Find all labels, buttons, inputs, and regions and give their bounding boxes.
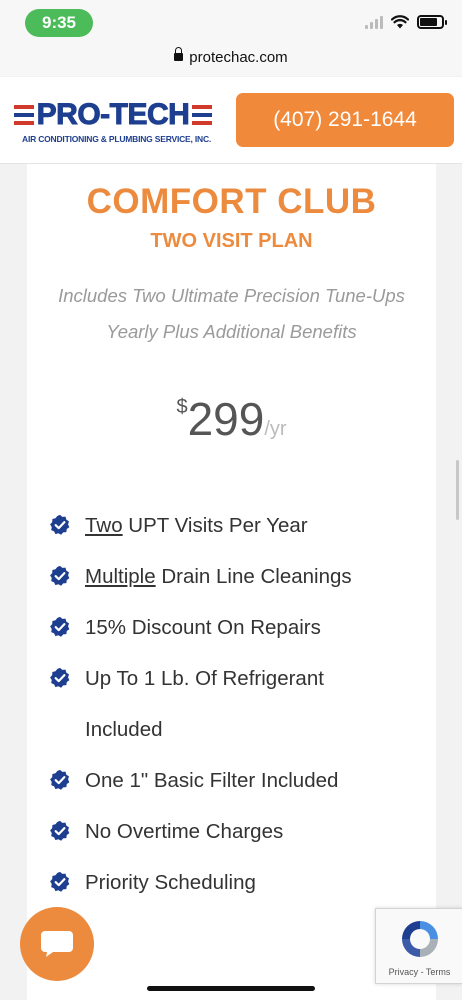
logo-subtitle: AIR CONDITIONING & PLUMBING SERVICE, INC…: [22, 134, 212, 144]
chat-bubble-icon: [41, 931, 73, 957]
site-header: PRO-TECH AIR CONDITIONING & PLUMBING SER…: [0, 77, 462, 164]
recaptcha-badge[interactable]: Privacy - Terms: [375, 908, 462, 984]
price-currency: $: [176, 396, 188, 418]
feature-item: Two UPT Visits Per Year: [49, 500, 429, 551]
chat-button[interactable]: [20, 907, 94, 981]
feature-list: Two UPT Visits Per Year Multiple Drain L…: [49, 500, 429, 908]
feature-item: One 1" Basic Filter Included: [49, 755, 429, 806]
feature-item: 15% Discount On Repairs: [49, 602, 429, 653]
feature-text: Multiple Drain Line Cleanings: [85, 565, 352, 588]
battery-icon: [417, 15, 447, 29]
status-bar: 9:35: [0, 0, 462, 44]
feature-item: Multiple Drain Line Cleanings: [49, 551, 429, 602]
status-time: 9:35: [25, 9, 93, 37]
browser-url-bar[interactable]: protechac.com: [0, 44, 462, 76]
plan-description-line2: Yearly Plus Additional Benefits: [106, 321, 357, 342]
plan-title: COMFORT CLUB: [86, 182, 377, 221]
scrollbar[interactable]: [456, 460, 459, 520]
recaptcha-icon: [402, 921, 438, 957]
check-badge-icon: [50, 565, 70, 586]
check-badge-icon: [50, 667, 70, 688]
logo-bars-right: [192, 105, 213, 125]
lock-icon: [174, 47, 184, 62]
cellular-signal-icon: [365, 15, 383, 29]
price-amount: 299: [187, 393, 265, 445]
logo-text: PRO-TECH: [36, 98, 190, 132]
status-icons: [365, 15, 447, 29]
feature-item: No Overtime Charges: [49, 806, 429, 857]
feature-text: Two UPT Visits Per Year: [85, 514, 308, 537]
recaptcha-privacy-terms[interactable]: Privacy - Terms: [376, 967, 462, 977]
plan-price: $299/yr: [27, 392, 436, 446]
price-period: /yr: [264, 418, 287, 440]
logo-bars-left: [13, 105, 34, 125]
call-phone-button[interactable]: (407) 291-1644: [236, 93, 454, 147]
url-text: protechac.com: [189, 49, 288, 66]
feature-text: No Overtime Charges: [85, 820, 284, 843]
feature-item: Priority Scheduling: [49, 857, 429, 908]
pro-tech-logo[interactable]: PRO-TECH AIR CONDITIONING & PLUMBING SER…: [8, 97, 218, 147]
plan-card: COMFORT CLUB TWO VISIT PLAN Includes Two…: [27, 164, 436, 1000]
check-badge-icon: [50, 769, 70, 790]
feature-text: One 1" Basic Filter Included: [85, 769, 339, 792]
feature-item: Up To 1 Lb. Of Refrigerant Included: [49, 653, 429, 755]
feature-text: Priority Scheduling: [85, 871, 256, 894]
plan-description-line1: Includes Two Ultimate Precision Tune-Ups: [58, 285, 405, 306]
feature-text: Up To 1 Lb. Of Refrigerant Included: [85, 667, 324, 741]
feature-text: 15% Discount On Repairs: [85, 616, 321, 639]
check-badge-icon: [50, 616, 70, 637]
check-badge-icon: [50, 820, 70, 841]
check-badge-icon: [50, 514, 70, 535]
wifi-icon: [391, 15, 409, 29]
check-badge-icon: [50, 871, 70, 892]
home-indicator[interactable]: [147, 986, 315, 991]
plan-subtitle: TWO VISIT PLAN: [150, 230, 313, 252]
plan-description: Includes Two Ultimate Precision Tune-Ups…: [27, 278, 436, 350]
